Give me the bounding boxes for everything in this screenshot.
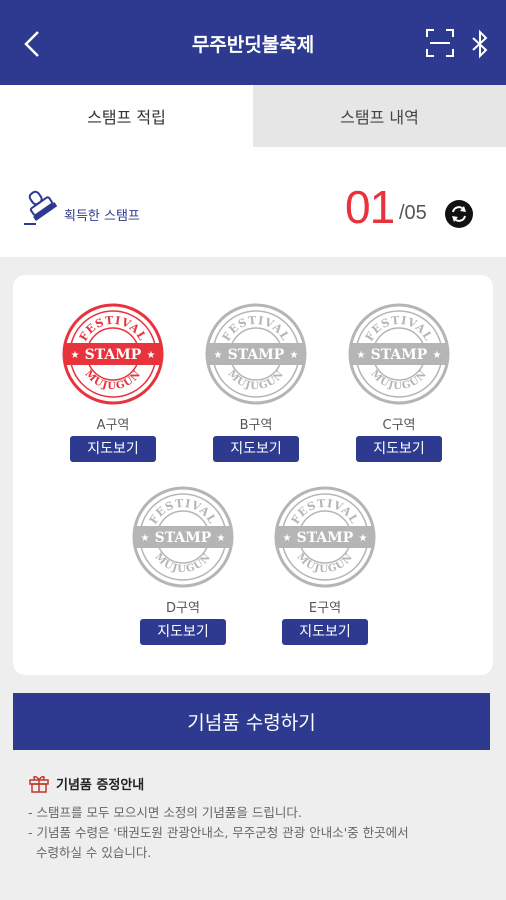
- svg-text:★: ★: [214, 350, 223, 361]
- qr-scan-icon: [426, 29, 454, 57]
- view-map-button-a[interactable]: 지도보기: [70, 436, 156, 462]
- tab-stamp-collect[interactable]: 스탬프 적립: [0, 85, 253, 147]
- zone-label: C구역: [382, 418, 416, 433]
- guide-line: - 스탬프를 모두 모으시면 소정의 기념품을 드립니다.: [28, 805, 302, 820]
- view-map-button-c[interactable]: 지도보기: [356, 436, 442, 462]
- acquired-count: 01: [345, 181, 395, 233]
- stamp-collected-icon: FESTIVALMUJUGUNSTAMP★ ★: [62, 303, 164, 405]
- stamp-zone-e: FESTIVAL MUJUGUN STAMP ★ ★ E구역 지도보기: [270, 485, 380, 645]
- stamp-zone-d: FESTIVAL MUJUGUN STAMP ★ ★ D구역 지도보기: [128, 485, 238, 645]
- svg-text:★: ★: [433, 350, 442, 361]
- stamp-card: FESTIVAL MUJUGUN STAMP ★ ★ A구역 지도보기 FESTIVAL…: [13, 275, 493, 675]
- guide-title: 기념품 증정안내: [56, 777, 145, 793]
- zone-label: B구역: [239, 418, 273, 433]
- svg-text:STAMP: STAMP: [371, 347, 428, 363]
- guide-list: - 스탬프를 모두 모으시면 소정의 기념품을 드립니다. - 기념품 수령은 …: [28, 803, 498, 863]
- svg-text:STAMP: STAMP: [228, 347, 285, 363]
- zone-label: D구역: [166, 601, 200, 616]
- stamp-empty-icon: FESTIVALMUJUGUNSTAMP★ ★: [348, 303, 450, 405]
- qr-scan-button[interactable]: [425, 28, 455, 58]
- svg-text:★: ★: [147, 350, 156, 361]
- svg-text:★: ★: [357, 350, 366, 361]
- zone-label: E구역: [308, 601, 342, 616]
- app-header: 무주반딧불축제: [0, 0, 506, 85]
- zone-label: A구역: [96, 418, 130, 433]
- guide-line: 수령하실 수 있습니다.: [28, 845, 152, 860]
- svg-text:★: ★: [71, 350, 80, 361]
- tab-stamp-history[interactable]: 스탬프 내역: [253, 85, 506, 147]
- view-map-button-b[interactable]: 지도보기: [213, 436, 299, 462]
- total-count: /05: [399, 202, 427, 224]
- svg-text:★: ★: [359, 533, 368, 544]
- acquired-stamp-label: 획득한 스탬프: [64, 209, 140, 224]
- guide-title-row: 기념품 증정안내: [28, 773, 498, 793]
- refresh-button[interactable]: [445, 200, 473, 228]
- refresh-icon: [452, 206, 466, 222]
- stamp-icon: [22, 187, 62, 231]
- stamp-zone-c: FESTIVAL MUJUGUN STAMP ★ ★ C구역 지도보기: [344, 302, 454, 462]
- stamp-empty-icon: FESTIVALMUJUGUNSTAMP★ ★: [132, 486, 234, 588]
- souvenir-guide: 기념품 증정안내 - 스탬프를 모두 모으시면 소정의 기념품을 드립니다. -…: [28, 773, 498, 863]
- svg-text:★: ★: [290, 350, 299, 361]
- svg-text:★: ★: [141, 533, 150, 544]
- svg-text:★: ★: [217, 533, 226, 544]
- view-map-button-e[interactable]: 지도보기: [282, 619, 368, 645]
- bluetooth-icon: [472, 29, 488, 59]
- stamp-zone-b: FESTIVAL MUJUGUN STAMP ★ ★ B구역 지도보기: [201, 302, 311, 462]
- tab-bar: 스탬프 적립 스탬프 내역: [0, 85, 506, 147]
- stamp-empty-icon: FESTIVALMUJUGUNSTAMP★ ★: [205, 303, 307, 405]
- stamp-summary: [0, 147, 506, 257]
- stamp-zone-a: FESTIVAL MUJUGUN STAMP ★ ★ A구역 지도보기: [58, 302, 168, 462]
- svg-text:STAMP: STAMP: [85, 347, 142, 363]
- stamp-empty-icon: FESTIVALMUJUGUNSTAMP★ ★: [274, 486, 376, 588]
- svg-text:STAMP: STAMP: [155, 530, 212, 546]
- app-screen: 무주반딧불축제 스탬프 적립 스탬프 내역 획득한 스탬프 01 /05 FES…: [0, 0, 506, 900]
- gift-icon: [29, 775, 49, 793]
- svg-text:STAMP: STAMP: [297, 530, 354, 546]
- view-map-button-d[interactable]: 지도보기: [140, 619, 226, 645]
- guide-line: - 기념품 수령은 '태권도원 관광안내소, 무주군청 관광 안내소'중 한곳에…: [28, 825, 409, 840]
- svg-text:★: ★: [283, 533, 292, 544]
- claim-souvenir-button[interactable]: 기념품 수령하기: [13, 693, 490, 750]
- bluetooth-button[interactable]: [470, 29, 490, 59]
